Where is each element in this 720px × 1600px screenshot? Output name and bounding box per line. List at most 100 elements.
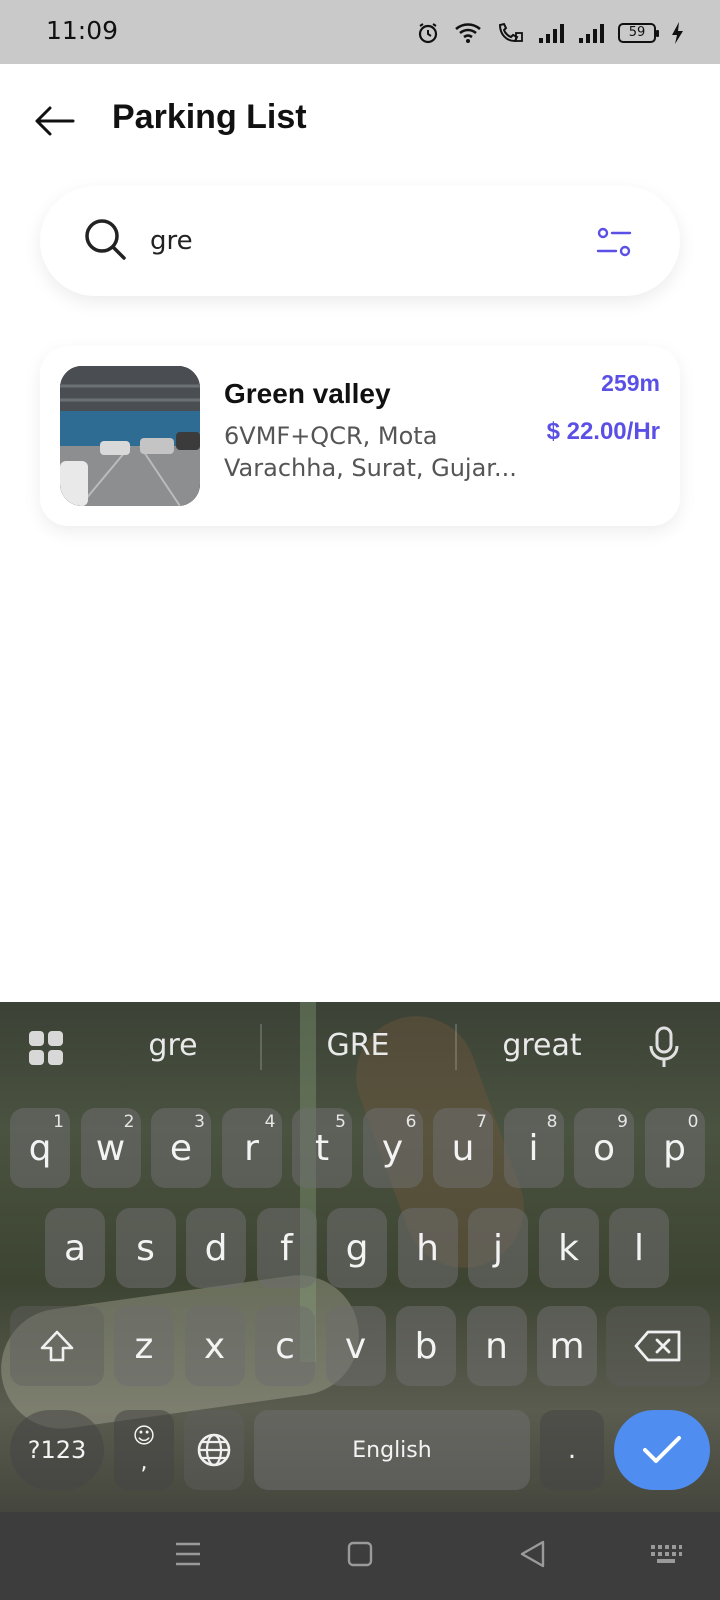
back-button[interactable] xyxy=(30,96,80,146)
key-h[interactable]: h xyxy=(397,1208,458,1288)
key-letter: k xyxy=(558,1227,579,1269)
arrow-left-icon xyxy=(35,106,75,136)
key-t[interactable]: t5 xyxy=(292,1108,352,1188)
shift-icon xyxy=(40,1330,74,1362)
key-p[interactable]: p0 xyxy=(644,1108,705,1188)
key-y[interactable]: y6 xyxy=(362,1108,423,1188)
key-u[interactable]: u7 xyxy=(433,1108,493,1188)
key-w[interactable]: w2 xyxy=(80,1108,141,1188)
key-number-hint: 5 xyxy=(335,1112,346,1132)
globe-icon xyxy=(197,1433,231,1467)
symbols-key[interactable]: ?123 xyxy=(10,1410,104,1490)
backspace-icon xyxy=(634,1330,681,1362)
square-icon xyxy=(347,1541,373,1567)
key-number-hint: 7 xyxy=(476,1112,487,1132)
search-box[interactable] xyxy=(40,186,680,296)
home-button[interactable] xyxy=(340,1534,380,1574)
key-number-hint: 1 xyxy=(53,1112,64,1132)
battery-icon: 59 xyxy=(618,23,659,43)
key-letter: n xyxy=(485,1325,508,1367)
key-letter: g xyxy=(345,1227,369,1269)
parking-distance: 259m xyxy=(601,370,660,396)
period-key[interactable]: . xyxy=(540,1410,604,1490)
key-letter: e xyxy=(169,1127,193,1169)
key-j[interactable]: j xyxy=(468,1208,528,1288)
app-header: Parking List xyxy=(0,64,720,174)
key-letter: l xyxy=(633,1227,644,1269)
keyboard-icon xyxy=(651,1545,682,1563)
key-g[interactable]: g xyxy=(327,1208,387,1288)
backspace-key[interactable] xyxy=(606,1306,710,1386)
key-m[interactable]: m xyxy=(537,1306,597,1386)
suggestion-bar: gre GRE great xyxy=(0,1002,720,1092)
key-i[interactable]: i8 xyxy=(503,1108,564,1188)
triangle-back-icon xyxy=(520,1540,545,1568)
key-k[interactable]: k xyxy=(538,1208,599,1288)
key-q[interactable]: q1 xyxy=(10,1108,70,1188)
recent-apps-button[interactable] xyxy=(168,1534,208,1574)
key-l[interactable]: l xyxy=(609,1208,669,1288)
key-s[interactable]: s xyxy=(115,1208,176,1288)
key-z[interactable]: z xyxy=(114,1306,174,1386)
key-number-hint: 3 xyxy=(194,1112,205,1132)
charging-icon xyxy=(672,22,683,44)
mic-icon[interactable] xyxy=(648,1026,680,1070)
key-letter: z xyxy=(134,1325,154,1367)
suggestion-3[interactable]: great xyxy=(462,1028,622,1063)
search-icon xyxy=(85,219,126,260)
key-d[interactable]: d xyxy=(186,1208,246,1288)
content-area xyxy=(0,174,720,1002)
check-icon xyxy=(643,1436,681,1463)
key-x[interactable]: x xyxy=(184,1306,245,1386)
status-icons: 59 xyxy=(416,18,684,48)
parking-address: 6VMF+QCR, Mota Varachha, Surat, Gujar... xyxy=(224,422,517,482)
filter-icon[interactable] xyxy=(594,222,634,262)
key-b[interactable]: b xyxy=(396,1306,456,1386)
parking-thumbnail xyxy=(60,366,200,506)
key-letter: d xyxy=(204,1227,228,1269)
search-input[interactable] xyxy=(150,216,570,266)
key-letter: a xyxy=(63,1227,87,1269)
key-number-hint: 8 xyxy=(546,1112,558,1132)
emoji-icon: ☺ xyxy=(132,1424,156,1449)
emoji-comma-key[interactable]: ☺ , xyxy=(114,1410,174,1490)
key-letter: m xyxy=(549,1325,585,1367)
wifi-icon xyxy=(455,23,481,43)
parking-card[interactable]: Green valley 6VMF+QCR, Mota Varachha, Su… xyxy=(40,346,680,526)
space-key[interactable]: English xyxy=(254,1410,530,1490)
key-letter: v xyxy=(344,1325,367,1367)
key-number-hint: 2 xyxy=(123,1112,135,1132)
signal-icon xyxy=(539,24,564,43)
key-c[interactable]: c xyxy=(255,1306,315,1386)
key-o[interactable]: o9 xyxy=(574,1108,634,1188)
page-title: Parking List xyxy=(112,98,307,136)
key-letter: c xyxy=(275,1325,295,1367)
shift-key[interactable] xyxy=(10,1306,104,1386)
language-key[interactable] xyxy=(184,1410,244,1490)
key-letter: o xyxy=(592,1127,616,1169)
key-v[interactable]: v xyxy=(325,1306,386,1386)
key-letter: u xyxy=(451,1127,475,1169)
key-a[interactable]: a xyxy=(45,1208,105,1288)
key-e[interactable]: e3 xyxy=(151,1108,211,1188)
key-r[interactable]: r4 xyxy=(221,1108,282,1188)
key-letter: q xyxy=(28,1127,52,1169)
back-nav-button[interactable] xyxy=(512,1534,552,1574)
parking-name: Green valley xyxy=(224,378,391,409)
done-key[interactable] xyxy=(614,1410,710,1490)
key-letter: x xyxy=(203,1325,226,1367)
comma-label: , xyxy=(140,1450,148,1475)
keyboard-apps-icon[interactable] xyxy=(28,1030,64,1066)
menu-icon xyxy=(176,1542,200,1566)
key-number-hint: 9 xyxy=(617,1112,628,1132)
suggestion-1[interactable]: gre xyxy=(93,1028,253,1063)
key-n[interactable]: n xyxy=(466,1306,527,1386)
key-number-hint: 6 xyxy=(405,1112,417,1132)
key-letter: r xyxy=(244,1127,259,1169)
key-letter: w xyxy=(95,1127,126,1169)
status-time: 11:09 xyxy=(46,16,119,45)
key-number-hint: 0 xyxy=(687,1112,699,1132)
suggestion-2[interactable]: GRE xyxy=(278,1028,438,1063)
key-f[interactable]: f xyxy=(256,1208,317,1288)
keyboard-switch-button[interactable] xyxy=(646,1534,686,1574)
